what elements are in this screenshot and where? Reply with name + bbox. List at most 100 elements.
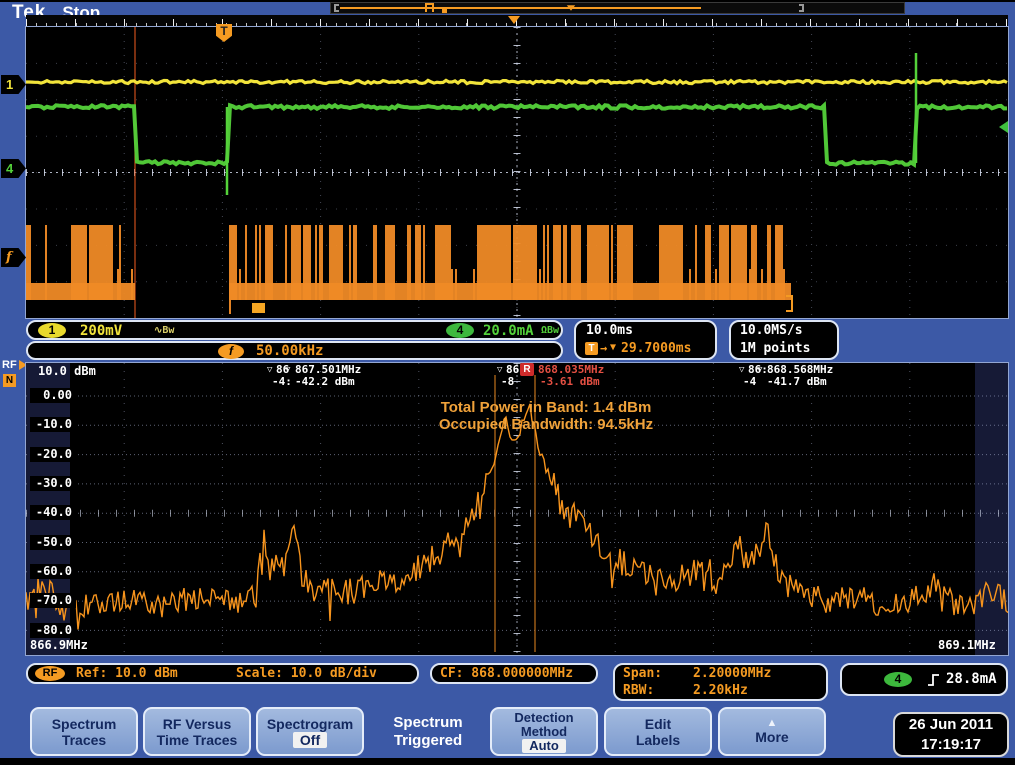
y-axis-label: -10.0: [30, 417, 76, 432]
expansion-point-icon: [508, 16, 520, 24]
center-frequency-box: CF: 868.000000MHz: [430, 663, 598, 684]
burst-end-bracket-icon: [786, 295, 793, 312]
rf-ref-level: Ref: 10.0 dBm: [76, 666, 178, 681]
button-value: Off: [293, 732, 327, 748]
y-axis-label: 0.00: [30, 388, 76, 403]
status-line: Spectrum: [373, 714, 483, 732]
spectrum-graticule: 10.0 dBm 0.00 -10.0 -20.0 -30.0 -40.0 -5…: [26, 363, 1008, 655]
marker-square-icon: [442, 8, 447, 13]
span-rbw-box: Span: 2.20000MHz RBW: 2.20kHz: [613, 663, 828, 701]
ch1-tag[interactable]: 1: [1, 75, 26, 94]
normal-trace-badge: N: [3, 374, 16, 387]
date-label: 26 Jun 2011: [895, 715, 1007, 735]
datetime-display: 26 Jun 2011 17:19:17: [893, 712, 1009, 757]
sample-rate: 10.0MS/s: [740, 323, 803, 338]
trigger-position-icon: [425, 3, 434, 12]
spectrum-traces-button[interactable]: Spectrum Traces: [30, 707, 138, 756]
rf-freq-readout-box: f 50.00kHz: [26, 341, 563, 360]
marker1-clipped-amp: -4:: [272, 376, 292, 388]
expansion-triangle-icon: [567, 5, 575, 11]
spectrogram-button[interactable]: Spectrogram Off: [256, 707, 364, 756]
button-label: Time Traces: [157, 732, 238, 748]
search-mark-square-icon: [252, 303, 265, 313]
button-label: Labels: [636, 732, 680, 748]
trigger-level-value: 28.8mA: [946, 671, 997, 687]
center-frequency: CF: 868.000000MHz: [440, 666, 573, 681]
record-bracket-right-icon: [799, 4, 804, 12]
marker3-clipped-amp: -4: [743, 376, 756, 388]
rising-edge-icon: [926, 672, 942, 688]
trigger-tri-icon: ▼: [610, 342, 616, 353]
button-label: Detection: [514, 711, 573, 725]
button-label: Method: [521, 725, 567, 739]
detection-method-button[interactable]: Detection Method Auto: [490, 707, 598, 756]
marker-triangle-icon: ▽: [757, 364, 762, 376]
record-length: 1M points: [740, 341, 810, 356]
ch1-scale: 200mV: [80, 323, 122, 339]
spectrum-triggered-label: Spectrum Triggered: [373, 707, 483, 756]
y-axis-label: -40.0: [30, 505, 76, 520]
vertical-readout-box: 1 200mV ∿Bw 4 20.0mA ΩBw: [26, 320, 563, 340]
y-axis-label: -20.0: [30, 447, 76, 462]
span-label: Span:: [623, 666, 662, 681]
trigger-time: 29.7000ms: [621, 341, 691, 356]
rf-vertical-readout-box: RF Ref: 10.0 dBm Scale: 10.0 dB/div: [26, 663, 419, 684]
ch4-tag[interactable]: 4: [1, 159, 26, 178]
y-axis-label: -50.0: [30, 535, 76, 550]
record-bracket-left-icon: [334, 4, 339, 12]
time-traces-plot: [26, 27, 1008, 318]
reference-marker-icon: R: [520, 363, 534, 376]
horizontal-readout-box: 10.0ms T → ▼ 29.7000ms: [574, 320, 717, 360]
span-value: 2.20000MHz: [693, 666, 771, 681]
rbw-value: 2.20kHz: [693, 683, 748, 698]
button-label: Edit: [645, 716, 671, 732]
acquisition-overview-bar: [330, 2, 905, 14]
record-range-line: [340, 7, 701, 9]
rf-amplitude-tag[interactable]: f: [1, 248, 26, 267]
button-label: RF Versus: [163, 716, 231, 732]
occupied-bandwidth-readout: Occupied Bandwidth: 94.5kHz: [296, 416, 796, 433]
y-axis-label: -60.0: [30, 564, 76, 579]
bottom-strip: [0, 758, 1015, 765]
rf-badge-label: RF: [2, 359, 17, 371]
ch4-coupling-icons: ΩBw: [541, 325, 559, 336]
status-line: Triggered: [373, 732, 483, 750]
rf-versus-time-button[interactable]: RF Versus Time Traces: [143, 707, 251, 756]
rf-f-badge: f: [218, 344, 244, 359]
y-axis-label: -80.0: [30, 623, 76, 638]
time-domain-graticule: T: [26, 27, 1008, 318]
marker3-amp: -41.7 dBm: [767, 376, 827, 388]
edit-labels-button[interactable]: Edit Labels: [604, 707, 712, 756]
button-label: Spectrogram: [267, 716, 353, 732]
stop-frequency-label: 869.1MHz: [938, 638, 996, 652]
more-up-icon: ▲: [767, 718, 778, 729]
rbw-label: RBW:: [623, 683, 654, 698]
horizontal-scale: 10.0ms: [586, 323, 633, 338]
rf-frequency-value: 50.00kHz: [256, 343, 323, 359]
ch1-badge: 1: [38, 323, 66, 338]
start-frequency-label: 866.9MHz: [30, 638, 88, 652]
rf-scale: Scale: 10.0 dB/div: [236, 666, 377, 681]
trigger-t-icon: T: [585, 342, 598, 355]
rf-badge: RF: [35, 666, 65, 681]
ch1-coupling-icons: ∿Bw: [154, 325, 174, 336]
ch4-level-arrow-icon: [999, 121, 1008, 133]
total-power-readout: Total Power in Band: 1.4 dBm: [296, 399, 796, 416]
marker1-amp: -42.2 dBm: [295, 376, 355, 388]
rf-channel-badge[interactable]: RF: [2, 359, 28, 373]
acquisition-readout-box: 10.0MS/s 1M points: [729, 320, 839, 360]
marker2-amp: -3.61 dBm: [540, 376, 600, 388]
ref-level-label: 10.0 dBm: [38, 364, 96, 378]
ch4-badge: 4: [446, 323, 474, 338]
button-label: More: [755, 729, 788, 745]
more-button[interactable]: ▲ More: [718, 707, 826, 756]
trigger-source-badge: 4: [884, 672, 912, 687]
time-label: 17:19:17: [895, 735, 1007, 755]
button-label: Traces: [62, 732, 106, 748]
ch4-scale: 20.0mA: [483, 323, 534, 339]
button-value: Auto: [522, 739, 566, 753]
y-axis-label: -70.0: [30, 593, 76, 608]
trigger-readout-box: 4 28.8mA: [840, 663, 1008, 696]
button-label: Spectrum: [52, 716, 117, 732]
marker2-clipped-amp: -8: [501, 376, 514, 388]
